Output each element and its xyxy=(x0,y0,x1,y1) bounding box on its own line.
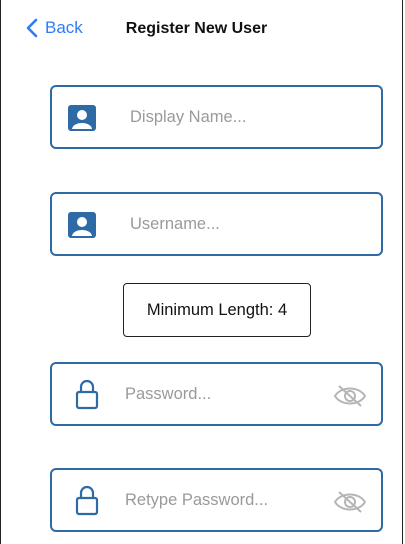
retype-password-placeholder: Retype Password... xyxy=(125,490,269,509)
password-placeholder: Password... xyxy=(125,384,212,403)
password-field[interactable]: Password... xyxy=(50,362,383,426)
page-title: Register New User xyxy=(125,20,268,37)
lock-icon xyxy=(75,485,99,516)
navigation-bar: Back Register New User xyxy=(1,0,402,60)
username-placeholder: Username... xyxy=(130,214,220,233)
lock-icon xyxy=(75,379,99,410)
register-screen: Back Register New User Display Name... U… xyxy=(0,0,403,544)
retype-password-field[interactable]: Retype Password... xyxy=(50,468,383,532)
min-length-hint: Minimum Length: 4 xyxy=(123,283,311,337)
eye-slash-icon[interactable] xyxy=(333,384,367,408)
username-field[interactable]: Username... xyxy=(50,192,383,256)
display-name-field[interactable]: Display Name... xyxy=(50,85,383,149)
person-icon xyxy=(68,212,96,238)
display-name-placeholder: Display Name... xyxy=(130,107,247,126)
eye-slash-icon[interactable] xyxy=(333,490,367,514)
person-icon xyxy=(68,105,96,131)
